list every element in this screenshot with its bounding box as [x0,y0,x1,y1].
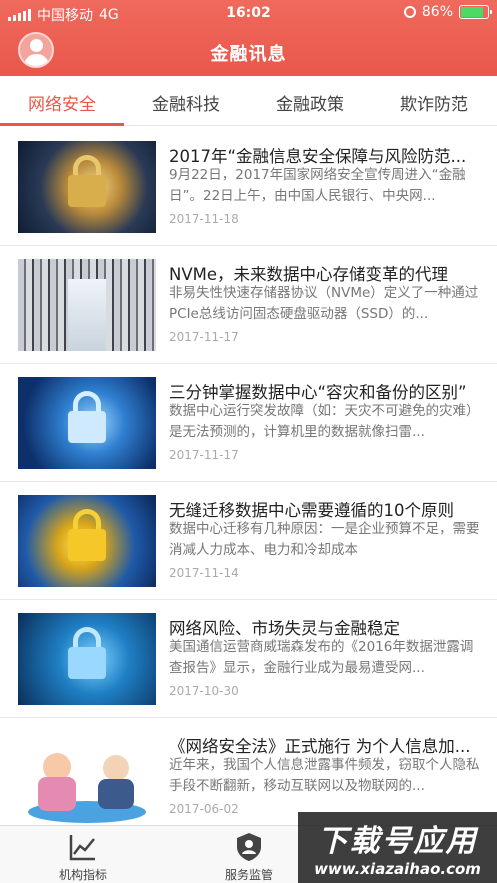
news-summary: 9月22日，2017年国家网络安全宣传周进入“金融日”。22日上午，由中国人民银… [169,167,466,204]
news-summary: 近年来，我国个人信息泄露事件频发，窃取个人隐私手段不断翻新，移动互联网以及物联网… [169,757,480,794]
active-tab-indicator [0,123,124,126]
news-item[interactable]: 三分钟掌握数据中心“容灾和备份的区别” 数据中心运行突发故障（如：天灾不可避免的… [0,364,497,482]
news-thumbnail-blue-lock [18,613,156,705]
news-title: 三分钟掌握数据中心“容灾和备份的区别” [169,383,467,402]
chart-icon [69,835,95,861]
news-date: 2017-06-02 [169,802,239,816]
news-date: 2017-11-17 [169,448,239,462]
news-summary: 数据中心迁移有几种原因：一是企业预算不足，需要消减人力成本、电力和冷却成本 [169,521,480,558]
news-date: 2017-11-14 [169,566,239,580]
tab-finance-policy[interactable]: 金融政策 [248,90,372,115]
bottom-nav-institution-indicators[interactable]: 机构指标 [0,826,166,883]
news-date: 2017-11-17 [169,330,239,344]
news-title: 无缝迁移数据中心需要遵循的10个原则 [169,501,454,520]
news-title: NVMe，未来数据中心存储变革的代理 [169,265,449,284]
news-date: 2017-11-18 [169,212,239,226]
nav-bar: 金融讯息 [0,26,497,76]
news-date: 2017-10-30 [169,684,239,698]
bottom-nav-label: 机构指标 [58,868,107,882]
tab-fraud-prevention[interactable]: 欺诈防范 [372,90,496,115]
news-item[interactable]: 网络风险、市场失灵与金融稳定 美国通信运营商威瑞森发布的《2016年数据泄露调查… [0,600,497,718]
news-thumbnail-gold-lock [18,141,156,233]
news-title: 《网络安全法》正式施行 为个人信息加... [169,737,471,756]
page-title: 金融讯息 [210,44,287,65]
news-title: 2017年“金融信息安全保障与风险防范... [169,147,467,166]
tab-fintech[interactable]: 金融科技 [124,90,248,115]
battery-percent: 86% [421,4,453,20]
tab-network-security[interactable]: 网络安全 [0,90,124,115]
news-title: 网络风险、市场失灵与金融稳定 [169,619,400,638]
shield-user-icon [237,833,261,861]
news-summary: 美国通信运营商威瑞森发布的《2016年数据泄露调查报告》显示，金融行业成为最易遭… [169,639,474,676]
news-item[interactable]: 无缝迁移数据中心需要遵循的10个原则 数据中心迁移有几种原因：一是企业预算不足，… [0,482,497,600]
news-thumbnail-yellow-lock [18,495,156,587]
news-thumbnail-server-room [18,259,156,351]
watermark-url: www.xiazaihao.com [314,860,481,878]
status-bar: 中国移动 4G 16:02 86% [0,0,497,26]
news-thumbnail-blue-circuit-lock [18,377,156,469]
alarm-icon [403,6,416,18]
news-thumbnail-cartoon [18,731,156,823]
news-summary: 数据中心运行突发故障（如：天灾不可避免的灾难）是无法预测的，计算机里的数据就像扫… [169,403,480,440]
app-header: 中国移动 4G 16:02 86% 金融讯息 [0,0,497,76]
battery-icon [459,5,492,19]
news-item[interactable]: 2017年“金融信息安全保障与风险防范... 9月22日，2017年国家网络安全… [0,128,497,246]
news-item[interactable]: NVMe，未来数据中心存储变革的代理 非易失性快速存储器协议（NVMe）定义了一… [0,246,497,364]
watermark-title: 下载号应用 [317,824,478,859]
watermark: 下载号应用 www.xiazaihao.com [298,812,497,883]
category-tabs: 网络安全 金融科技 金融政策 欺诈防范 [0,76,497,126]
news-summary: 非易失性快速存储器协议（NVMe）定义了一种通过PCIe总线访问固态硬盘驱动器（… [169,285,479,322]
